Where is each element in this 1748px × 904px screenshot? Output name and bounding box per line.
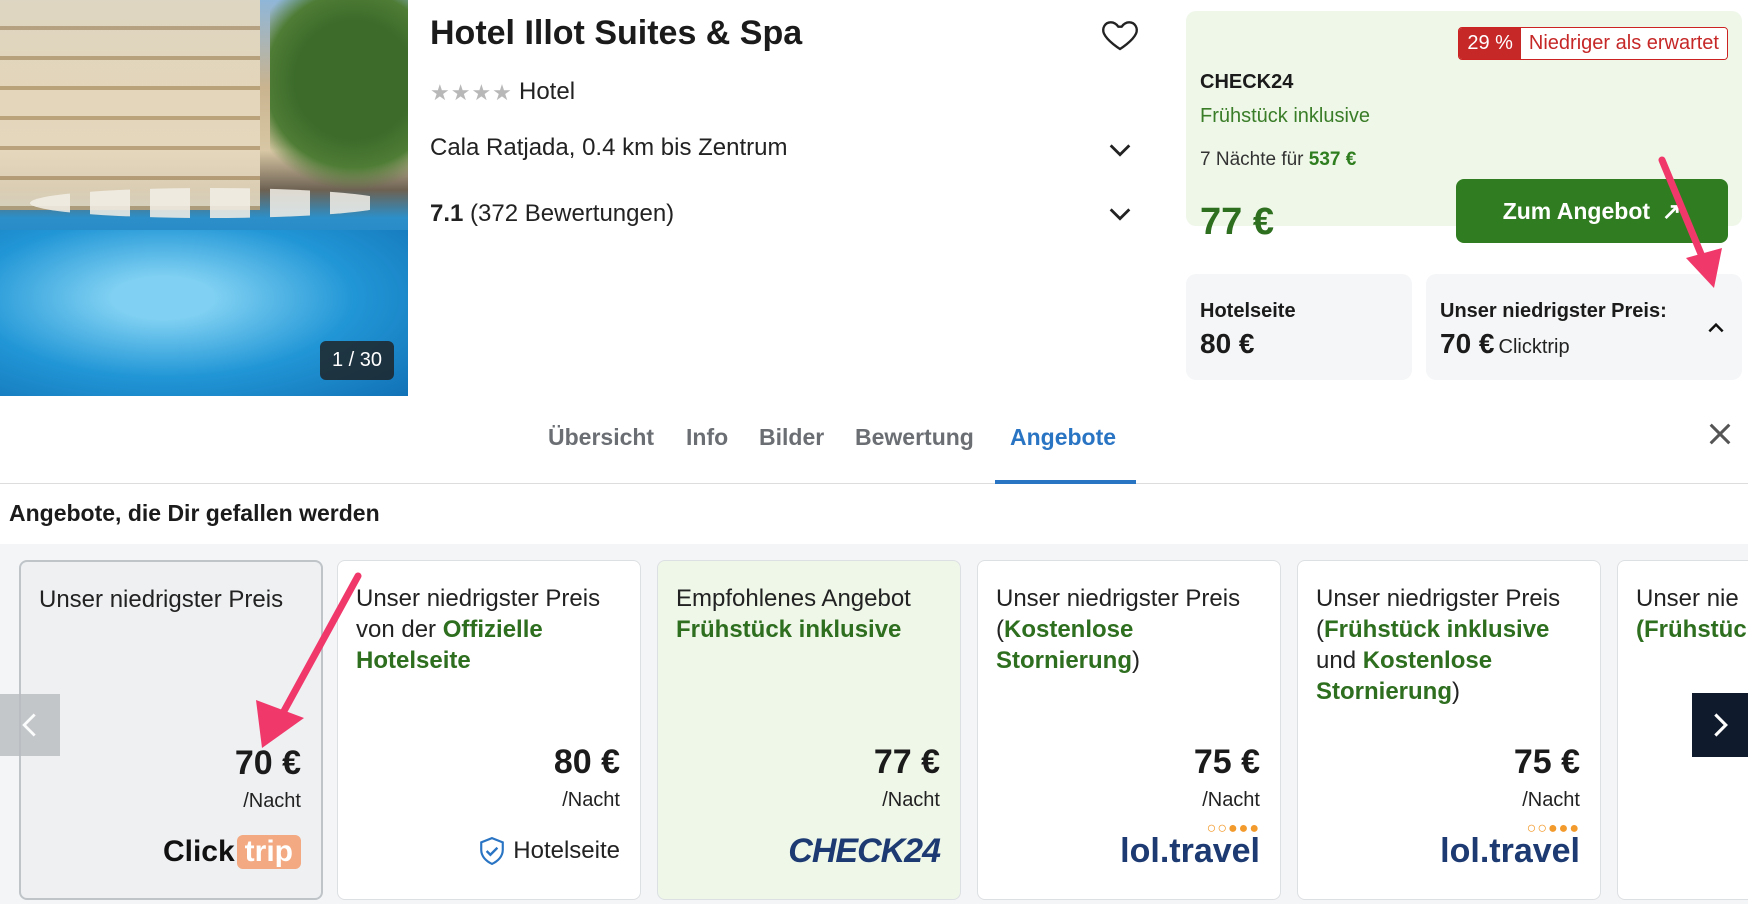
offer-card-heading: Unser niedrigster Preis <box>39 586 284 613</box>
deal-badge: 29 % Niedriger als erwartet <box>1458 27 1728 60</box>
lowest-price-box[interactable]: Unser niedrigster Preis: 70 € Clicktrip <box>1426 274 1742 380</box>
offer-card-unit: /Nacht <box>243 790 301 812</box>
to-offer-button[interactable]: Zum Angebot ↗ <box>1456 179 1728 243</box>
loltravel-dots-icon: ○○●●● <box>1206 819 1260 837</box>
offer-card-heading-c: ) <box>1132 647 1140 674</box>
badge-percent: 29 % <box>1459 28 1521 59</box>
chevron-left-icon <box>22 713 36 737</box>
offer-nights: 7 Nächte für 537 € <box>1200 149 1356 171</box>
clicktrip-logo: Click trip <box>163 830 301 874</box>
tab-bar: Übersicht Info Bilder Bewertung Angebote <box>0 396 1748 484</box>
chevron-right-icon <box>1714 713 1728 737</box>
offer-card-heading-b: Kostenlose Stornierung <box>996 616 1134 674</box>
offer-card-price: 75 € <box>1513 743 1580 781</box>
chevron-down-icon[interactable] <box>1106 200 1134 228</box>
offer-card-heading-a: Unser nie <box>1636 585 1739 612</box>
offer-card-heading: Unser niedrigster Preis (Kostenlose Stor… <box>996 583 1266 676</box>
rating-count: (372 Bewertungen) <box>470 200 675 227</box>
lowest-label: Unser niedrigster Preis: <box>1440 300 1667 322</box>
loltravel-logo: lol.travel ○○●●● <box>1440 820 1580 873</box>
tab-overview[interactable]: Übersicht <box>548 424 654 451</box>
star-rating: ★★★★ <box>430 80 513 105</box>
offer-card-clicktrip[interactable]: Unser niedrigster Preis 70 € /Nacht Clic… <box>19 560 323 900</box>
offer-card-hotelsite[interactable]: Unser niedrigster Preis von der Offiziel… <box>337 560 641 900</box>
rating-score: 7.1 <box>430 200 464 227</box>
tab-offers[interactable]: Angebote <box>1010 424 1116 451</box>
photo-building <box>0 0 260 210</box>
offer-card-loltravel[interactable]: Unser niedrigster Preis (Kostenlose Stor… <box>977 560 1281 900</box>
lowest-price: 70 € <box>1440 328 1495 359</box>
offer-card-heading-e: ) <box>1452 678 1460 705</box>
close-icon[interactable] <box>1706 420 1734 448</box>
hotel-photo[interactable]: 1 / 30 <box>0 0 408 396</box>
chevron-up-icon[interactable] <box>1706 318 1726 338</box>
photo-umbrellas <box>30 188 390 218</box>
offer-card-heading: Unser niedrigster Preis (Frühstück inklu… <box>1316 583 1586 707</box>
chevron-down-icon[interactable] <box>1106 136 1134 164</box>
hotel-title: Hotel Illot Suites & Spa <box>430 14 803 52</box>
photo-counter: 1 / 30 <box>319 341 394 380</box>
hotel-type: Hotel <box>519 78 576 105</box>
offers-section-title: Angebote, die Dir gefallen werden <box>9 500 380 526</box>
loltravel-logo: lol.travel ○○●●● <box>1120 820 1260 873</box>
hotelsite-price-box[interactable]: Hotelseite 80 € <box>1186 274 1412 380</box>
offer-card-price: 77 € <box>873 743 940 781</box>
offer-card-heading-b: (Frühstüc <box>1636 616 1747 643</box>
hotel-rating[interactable]: 7.1 (372 Bewertungen) <box>430 200 674 228</box>
clicktrip-logo-a: Click <box>162 835 235 868</box>
offer-card-unit: /Nacht <box>1522 789 1580 811</box>
active-tab-indicator <box>995 480 1136 484</box>
carousel-next-button[interactable] <box>1692 693 1748 757</box>
offer-price: 77 € <box>1200 201 1274 243</box>
offer-card-loltravel-2[interactable]: Unser niedrigster Preis (Frühstück inklu… <box>1297 560 1601 900</box>
tab-pictures[interactable]: Bilder <box>759 424 824 451</box>
featured-offer: 29 % Niedriger als erwartet CHECK24 Früh… <box>1186 11 1742 243</box>
carousel-prev-button[interactable] <box>0 694 60 756</box>
tab-info[interactable]: Info <box>686 424 728 451</box>
offer-card-heading-b: Frühstück inklusive <box>1324 616 1550 643</box>
nights-prefix: 7 Nächte für <box>1200 149 1304 170</box>
offer-card-price: 80 € <box>553 743 620 781</box>
offer-provider: CHECK24 <box>1200 71 1294 93</box>
badge-text: Niedriger als erwartet <box>1520 28 1727 59</box>
clicktrip-logo-b: trip <box>236 835 301 869</box>
photo-tree <box>270 0 408 200</box>
offer-card-check24[interactable]: Empfohlenes Angebot Frühstück inklusive … <box>657 560 961 900</box>
offer-card-price: 70 € <box>234 744 301 782</box>
offer-card-heading: Unser niedrigster Preis von der Offiziel… <box>356 583 626 676</box>
nights-total: 537 € <box>1308 149 1357 170</box>
offer-card-heading-a: Empfohlenes Angebot <box>676 585 911 612</box>
offer-card-heading-c: und <box>1316 647 1363 674</box>
tab-reviews[interactable]: Bewertung <box>855 424 974 451</box>
check24-logo-text: CHECK24 <box>788 831 941 870</box>
check24-logo: CHECK24 <box>788 829 941 873</box>
offer-card-heading-b: Frühstück inklusive <box>676 616 902 643</box>
offer-breakfast: Frühstück inklusive <box>1200 105 1371 127</box>
hotelsite-price: 80 € <box>1200 328 1255 359</box>
offer-card-unit: /Nacht <box>882 789 940 811</box>
lowest-price-line: 70 € Clicktrip <box>1440 328 1570 360</box>
to-offer-label: Zum Angebot <box>1502 197 1651 224</box>
offer-card-price: 75 € <box>1193 743 1260 781</box>
offer-card-unit: /Nacht <box>1202 789 1260 811</box>
hotelsite-logo: Hotelseite <box>479 829 620 873</box>
offer-card-heading: Unser nie (Frühstüc <box>1636 583 1748 645</box>
hotelsite-label: Hotelseite <box>1200 300 1296 322</box>
shield-check-icon <box>480 837 505 865</box>
external-link-icon: ↗ <box>1662 197 1682 224</box>
lowest-source: Clicktrip <box>1498 336 1570 358</box>
hotel-location[interactable]: Cala Ratjada, 0.4 km bis Zentrum <box>430 134 787 162</box>
heart-icon[interactable] <box>1100 14 1140 54</box>
offer-card-unit: /Nacht <box>562 789 620 811</box>
offer-card-heading: Empfohlenes Angebot Frühstück inklusive <box>676 583 946 645</box>
loltravel-dots-icon: ○○●●● <box>1526 819 1580 837</box>
hotelsite-logo-text: Hotelseite <box>513 837 620 864</box>
